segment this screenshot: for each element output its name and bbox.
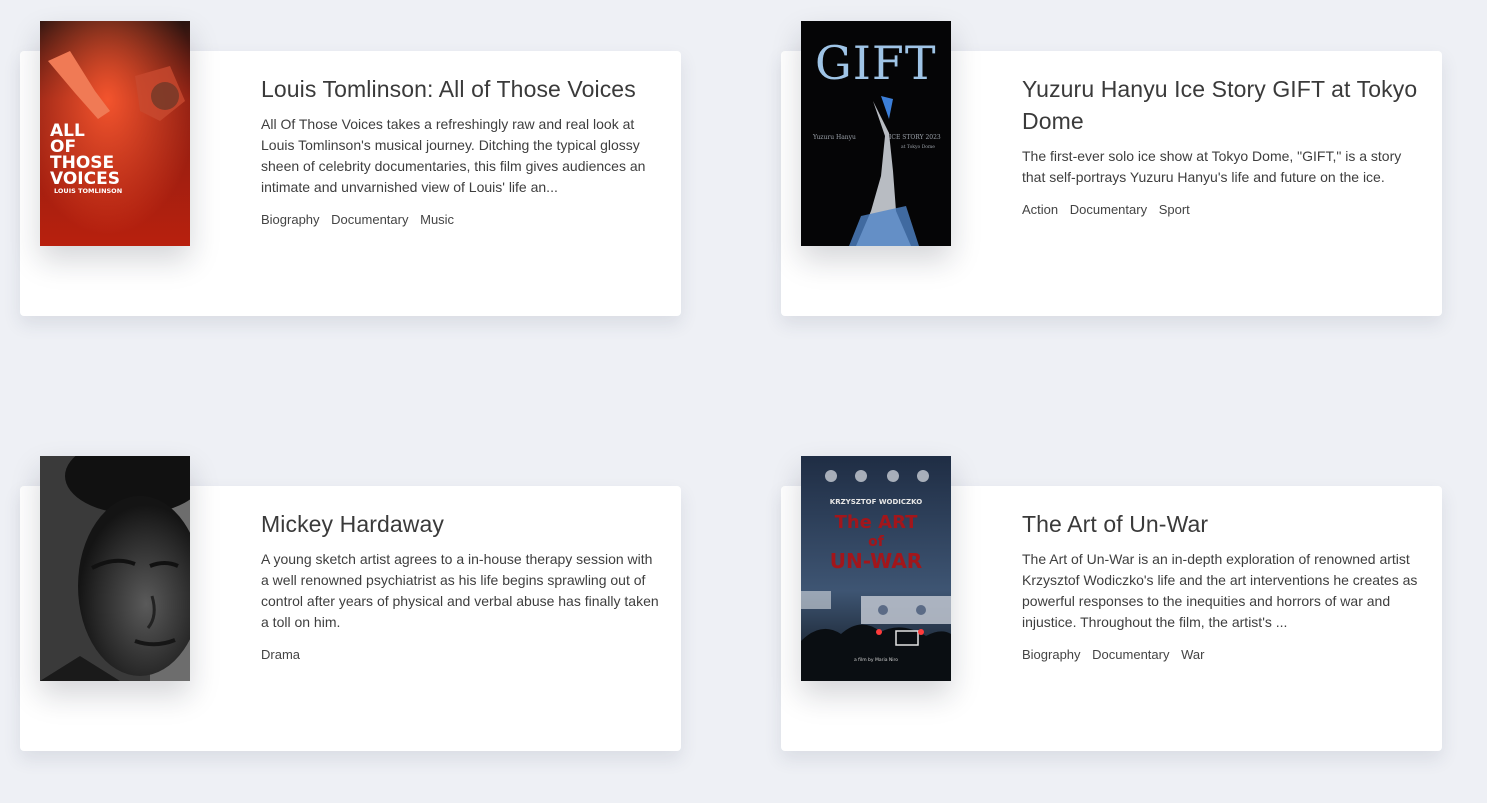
genre-tags: Biography Documentary Music: [261, 212, 661, 227]
genre-tag[interactable]: Drama: [261, 647, 300, 662]
genre-tag[interactable]: Documentary: [1070, 202, 1147, 217]
genre-tags: Action Documentary Sport: [1022, 202, 1422, 217]
movie-poster[interactable]: KRZYSZTOF WODICZKO The ART of UN-WAR a f…: [801, 456, 951, 681]
genre-tag[interactable]: Music: [420, 212, 454, 227]
svg-text:GIFT: GIFT: [815, 36, 937, 90]
genre-tag[interactable]: Biography: [261, 212, 320, 227]
movie-title[interactable]: Yuzuru Hanyu Ice Story GIFT at Tokyo Dom…: [1022, 73, 1422, 137]
movie-description: The Art of Un-War is an in-depth explora…: [1022, 551, 1418, 630]
genre-tag[interactable]: Action: [1022, 202, 1058, 217]
movie-card[interactable]: Mickey Hardaway A young sketch artist ag…: [20, 456, 681, 751]
genre-tag[interactable]: War: [1181, 647, 1204, 662]
movie-description: A young sketch artist agrees to a in-hou…: [261, 551, 659, 630]
movie-poster[interactable]: GIFT Yuzuru Hanyu ICE STORY 2023 at Toky…: [801, 21, 951, 246]
svg-text:Yuzuru Hanyu: Yuzuru Hanyu: [812, 134, 856, 141]
movie-description: The first-ever solo ice show at Tokyo Do…: [1022, 148, 1402, 185]
genre-tag[interactable]: Sport: [1159, 202, 1190, 217]
genre-tag[interactable]: Documentary: [331, 212, 408, 227]
svg-text:a film by Maria Niro: a film by Maria Niro: [854, 657, 898, 663]
movie-info: Yuzuru Hanyu Ice Story GIFT at Tokyo Dom…: [1022, 73, 1422, 217]
poster-image: [40, 456, 190, 681]
poster-image: KRZYSZTOF WODICZKO The ART of UN-WAR a f…: [801, 456, 951, 681]
movie-title[interactable]: Mickey Hardaway: [261, 508, 661, 540]
movie-poster[interactable]: [40, 456, 190, 681]
movie-grid: ALL OF THOSE VOICES LOUIS TOMLINSON Loui…: [0, 0, 1487, 803]
genre-tag[interactable]: Documentary: [1092, 647, 1169, 662]
svg-text:The ART: The ART: [835, 512, 919, 533]
genre-tags: Drama: [261, 647, 661, 662]
movie-info: Louis Tomlinson: All of Those Voices All…: [261, 73, 661, 227]
movie-description: All Of Those Voices takes a refreshingly…: [261, 116, 646, 195]
svg-text:KRZYSZTOF WODICZKO: KRZYSZTOF WODICZKO: [830, 498, 922, 506]
movie-info: Mickey Hardaway A young sketch artist ag…: [261, 508, 661, 662]
svg-text:of: of: [868, 534, 885, 550]
genre-tag[interactable]: Biography: [1022, 647, 1081, 662]
movie-poster[interactable]: ALL OF THOSE VOICES LOUIS TOMLINSON: [40, 21, 190, 246]
svg-text:VOICES: VOICES: [50, 169, 120, 189]
poster-image: GIFT Yuzuru Hanyu ICE STORY 2023 at Toky…: [801, 21, 951, 246]
svg-text:UN-WAR: UN-WAR: [830, 549, 922, 573]
movie-info: The Art of Un-War The Art of Un-War is a…: [1022, 508, 1422, 662]
svg-text:ICE STORY 2023: ICE STORY 2023: [889, 134, 941, 141]
movie-card[interactable]: KRZYSZTOF WODICZKO The ART of UN-WAR a f…: [781, 456, 1442, 751]
svg-text:LOUIS TOMLINSON: LOUIS TOMLINSON: [54, 187, 122, 195]
poster-image: ALL OF THOSE VOICES LOUIS TOMLINSON: [40, 21, 190, 246]
svg-text:at Tokyo Dome: at Tokyo Dome: [901, 144, 935, 150]
movie-card[interactable]: ALL OF THOSE VOICES LOUIS TOMLINSON Loui…: [20, 21, 681, 316]
movie-card[interactable]: GIFT Yuzuru Hanyu ICE STORY 2023 at Toky…: [781, 21, 1442, 316]
movie-title[interactable]: The Art of Un-War: [1022, 508, 1422, 540]
movie-title[interactable]: Louis Tomlinson: All of Those Voices: [261, 73, 661, 105]
genre-tags: Biography Documentary War: [1022, 647, 1422, 662]
